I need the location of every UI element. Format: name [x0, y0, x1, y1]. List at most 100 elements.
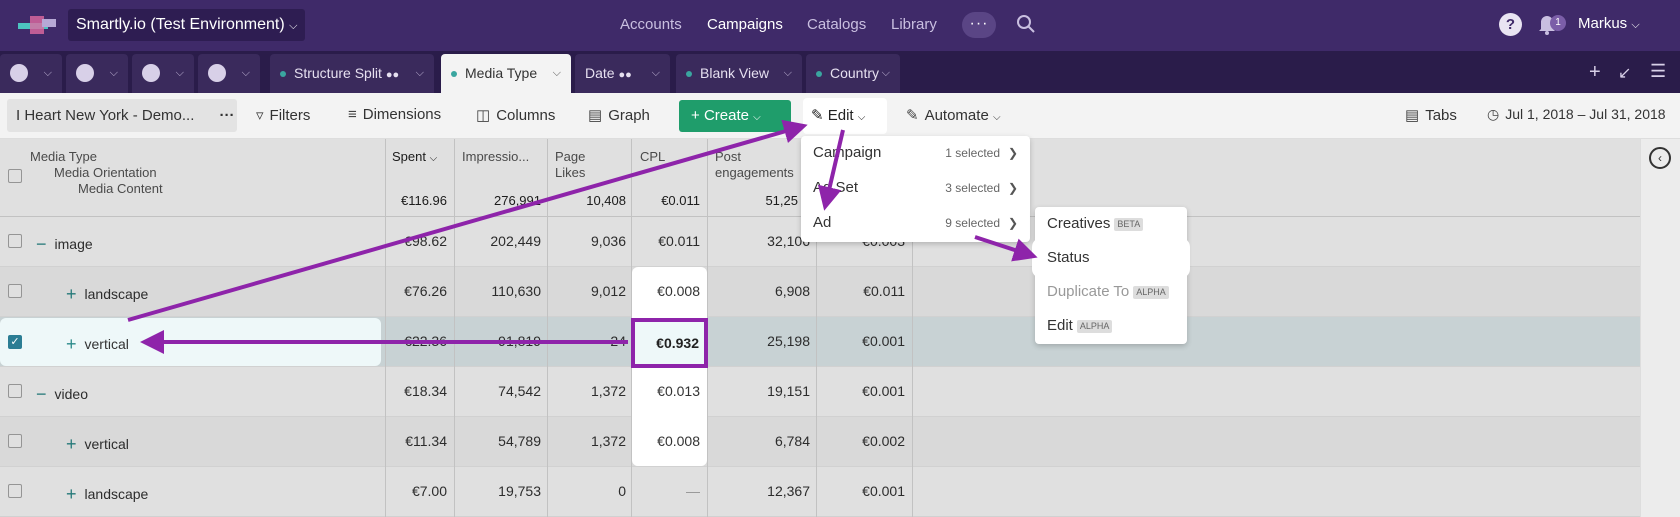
more-options-button[interactable]: ··· [962, 12, 996, 38]
cell-post-engagements: 19,151 [767, 383, 810, 399]
edit-dropdown: Campaign 1 selected ❯ Ad Set 3 selected ❯ Ad… [801, 136, 1030, 242]
create-button[interactable]: + Create ⌵ [679, 100, 791, 132]
tabs-button[interactable]: ▤ Tabs [1405, 106, 1457, 124]
more-icon[interactable]: ··· [212, 99, 242, 132]
columns-button[interactable]: ◫ Columns [476, 106, 555, 124]
add-tab-icon[interactable]: + [1589, 61, 1601, 84]
row-checkbox-checked[interactable]: ✓ [8, 335, 22, 349]
menu-icon[interactable]: ☰ [1650, 61, 1666, 82]
cell-spent: €98.62 [404, 233, 447, 249]
tab-dot-icon [816, 71, 822, 78]
col-header-impressions[interactable]: Impressio... [462, 149, 529, 165]
tab-structure-split[interactable]: Structure Split ●● ⌵ [270, 54, 434, 93]
nav-campaigns[interactable]: Campaigns [707, 16, 783, 33]
nav-accounts[interactable]: Accounts [620, 16, 682, 33]
expand-icon[interactable]: + [66, 334, 77, 354]
workspace-selector[interactable]: Smartly.io (Test Environment) ⌵ [68, 9, 305, 41]
nav-library[interactable]: Library [891, 16, 937, 33]
cell-page-likes: 1,372 [590, 433, 626, 449]
col-header-spent[interactable]: Spent ⌵ [392, 149, 437, 167]
columns-icon: ◫ [476, 107, 491, 124]
row-checkbox[interactable] [8, 234, 22, 248]
col-header-post-engagements[interactable]: Post engagements [715, 149, 805, 181]
row-name: landscape [84, 286, 149, 302]
chevron-down-icon: ⌵ [881, 67, 890, 79]
help-icon[interactable]: ? [1499, 13, 1522, 36]
col-header-page-likes[interactable]: Page Likes [555, 149, 615, 181]
app: Smartly.io (Test Environment) ⌵ Accounts… [0, 0, 1680, 517]
expand-icon[interactable]: + [66, 434, 77, 454]
tab-date[interactable]: Date ●● ⌵ [575, 54, 670, 93]
back-icon[interactable]: ‹ [1649, 147, 1671, 169]
cell-impressions: 19,753 [498, 483, 541, 499]
twitter-icon [142, 63, 160, 82]
submenu-item-status[interactable]: Status [1035, 241, 1187, 275]
tab-facebook[interactable]: ⌵ [0, 54, 62, 93]
chevron-down-icon: ⌵ [241, 67, 250, 79]
dim-header-media-type: Media Type [30, 149, 97, 164]
snapchat-icon [208, 63, 226, 82]
collapse-icon[interactable]: − [36, 234, 47, 254]
tab-blank-view[interactable]: Blank View ⌵ [676, 54, 802, 93]
menu-item-ad[interactable]: Ad 9 selected ❯ [801, 206, 1030, 240]
dimensions-button[interactable]: ≡ Dimensions [348, 106, 441, 123]
select-all-checkbox[interactable] [8, 169, 22, 183]
dim-header-media-orientation: Media Orientation [54, 165, 157, 180]
edit-button[interactable]: ✎ Edit ⌵ [803, 98, 887, 134]
create-label: Create [703, 107, 749, 124]
right-panel: ‹ [1640, 139, 1680, 517]
cell-cpl: — [686, 483, 700, 499]
submenu-item-creatives[interactable]: Creatives BETA [1035, 207, 1187, 241]
submenu-item-duplicate-to[interactable]: Duplicate To ALPHA [1035, 275, 1187, 309]
row-checkbox[interactable] [8, 384, 22, 398]
cell-impressions: 74,542 [498, 383, 541, 399]
collapse-icon[interactable]: − [36, 384, 47, 404]
table-row[interactable]: + vertical €11.34 54,789 1,372 6,784 €0.0… [0, 417, 1640, 467]
tab-twitter[interactable]: ⌵ [132, 54, 194, 93]
top-nav: Smartly.io (Test Environment) ⌵ Accounts… [0, 0, 1680, 51]
date-range-button[interactable]: ◷ Jul 1, 2018 – Jul 31, 2018 [1487, 106, 1666, 123]
cell-cpl: €0.011 [658, 233, 700, 249]
automate-button[interactable]: ✎ Automate ⌵ [906, 106, 1001, 124]
user-menu[interactable]: Markus ⌵ [1578, 15, 1640, 32]
filters-button[interactable]: ▿ Filters [256, 106, 310, 124]
row-checkbox[interactable] [8, 284, 22, 298]
menu-item-label: Ad Set [813, 179, 859, 196]
expand-icon[interactable]: + [66, 284, 77, 304]
tabs-icon: ▤ [1405, 107, 1420, 124]
row-label: + vertical [66, 433, 129, 454]
account-selector[interactable]: I Heart New York - Demo... ··· [7, 99, 237, 132]
menu-item-campaign[interactable]: Campaign 1 selected ❯ [801, 136, 1030, 170]
chevron-down-icon: ⌵ [1631, 19, 1640, 31]
search-icon[interactable] [1016, 14, 1036, 34]
chevron-down-icon: ⌵ [109, 67, 118, 79]
smartly-logo-icon[interactable] [18, 14, 60, 36]
table-row[interactable]: + landscape €7.00 19,753 0 — 12,367 €0.00… [0, 467, 1640, 517]
cpl-outline-box: €0.932 [631, 318, 708, 368]
total-impressions: 276,991 [494, 193, 541, 208]
cell-impressions: 202,449 [490, 233, 541, 249]
expand-icon[interactable]: + [66, 484, 77, 504]
pinterest-icon [76, 63, 94, 82]
nav-catalogs[interactable]: Catalogs [807, 16, 866, 33]
graph-button[interactable]: ▤ Graph [588, 106, 650, 124]
collapse-icon[interactable]: ↙ [1618, 63, 1631, 83]
row-checkbox[interactable] [8, 484, 22, 498]
cell-impressions: 110,630 [491, 283, 541, 299]
table-row[interactable]: − video €18.34 74,542 1,372 19,151 €0.001 [0, 367, 1640, 417]
menu-item-ad-set[interactable]: Ad Set 3 selected ❯ [801, 171, 1030, 205]
submenu-item-edit[interactable]: Edit ALPHA [1035, 309, 1187, 343]
row-checkbox[interactable] [8, 434, 22, 448]
cell-post-engagements: 12,367 [767, 483, 810, 499]
tab-pinterest[interactable]: ⌵ [66, 54, 128, 93]
menu-item-label: Campaign [813, 144, 882, 161]
col-header-cpl[interactable]: CPL [640, 149, 665, 165]
tab-media-type[interactable]: Media Type ⌵ [441, 54, 571, 93]
workspace-label: Smartly.io (Test Environment) [76, 16, 285, 33]
selected-row-highlight: ✓ + vertical [0, 318, 381, 366]
tab-country[interactable]: Country ⌵ [806, 54, 900, 93]
row-label: − video [36, 383, 88, 404]
table-row[interactable]: + landscape €76.26 110,630 9,012 6,908 €0… [0, 267, 1640, 317]
tab-snapchat[interactable]: ⌵ [198, 54, 260, 93]
cell-page-likes: 1,372 [590, 383, 626, 399]
